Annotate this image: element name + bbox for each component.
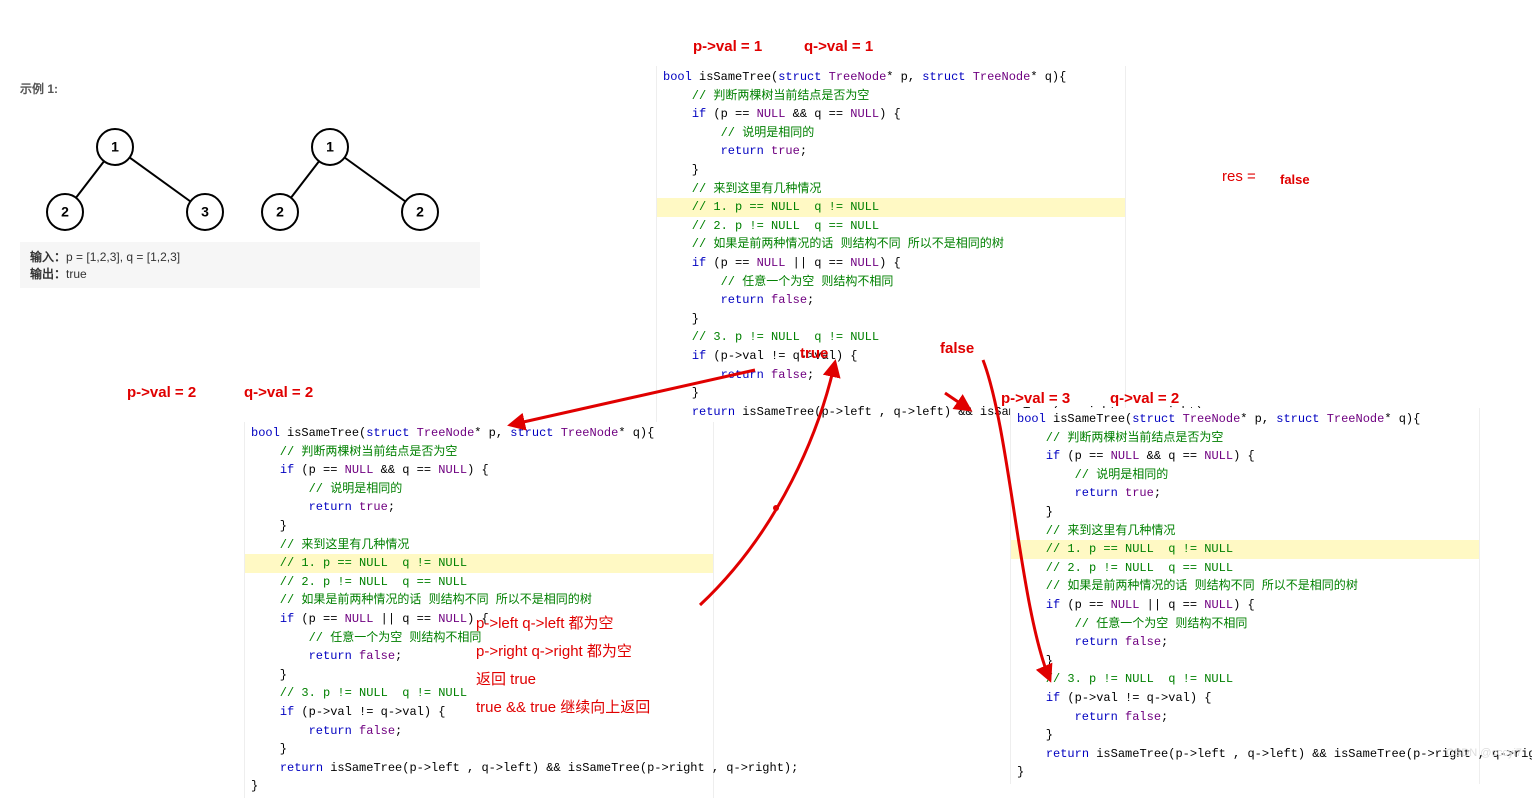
watermark: CSDN @cccyi7 <box>1446 747 1522 759</box>
ann-res-label: res = <box>1222 168 1256 185</box>
ann-top-qval: q->val = 1 <box>804 38 873 55</box>
code-block-right: bool isSameTree(struct TreeNode* p, stru… <box>1010 408 1480 784</box>
code-block-top: bool isSameTree(struct TreeNode* p, stru… <box>656 66 1126 442</box>
ann-right-qval: q->val = 2 <box>1110 390 1179 407</box>
input-value: p = [1,2,3], q = [1,2,3] <box>66 250 180 264</box>
t2-left: 2 <box>276 204 284 220</box>
code-block-left: bool isSameTree(struct TreeNode* p, stru… <box>244 422 714 798</box>
t2-root: 1 <box>326 139 334 155</box>
ann-res-false: false <box>1280 172 1310 187</box>
t1-root: 1 <box>111 139 119 155</box>
ann-top-pval: p->val = 1 <box>693 38 762 55</box>
example-io: 输入：p = [1,2,3], q = [1,2,3] 输出：true <box>20 242 480 288</box>
example-box: 示例 1: 1 2 3 1 2 2 输入：p = [1,2,3], q = [1… <box>20 80 480 288</box>
input-label: 输入： <box>30 250 66 264</box>
ann-note1: p->left q->left 都为空 <box>476 612 614 633</box>
example-label: 示例 1: <box>20 80 480 97</box>
tree-diagram: 1 2 3 1 2 2 <box>20 107 460 237</box>
ann-note3: 返回 true <box>476 668 536 689</box>
output-value: true <box>66 267 87 281</box>
output-label: 输出： <box>30 267 66 281</box>
ann-right-pval: p->val = 3 <box>1001 390 1070 407</box>
t1-left: 2 <box>61 204 69 220</box>
ann-left-pval: p->val = 2 <box>127 384 196 401</box>
t2-right: 2 <box>416 204 424 220</box>
ann-left-qval: q->val = 2 <box>244 384 313 401</box>
ann-note2: p->right q->right 都为空 <box>476 640 632 661</box>
ann-mid-true: true <box>800 345 828 362</box>
t1-right: 3 <box>201 204 209 220</box>
ann-note4: true && true 继续向上返回 <box>476 696 650 717</box>
ann-mid-false: false <box>940 340 974 357</box>
